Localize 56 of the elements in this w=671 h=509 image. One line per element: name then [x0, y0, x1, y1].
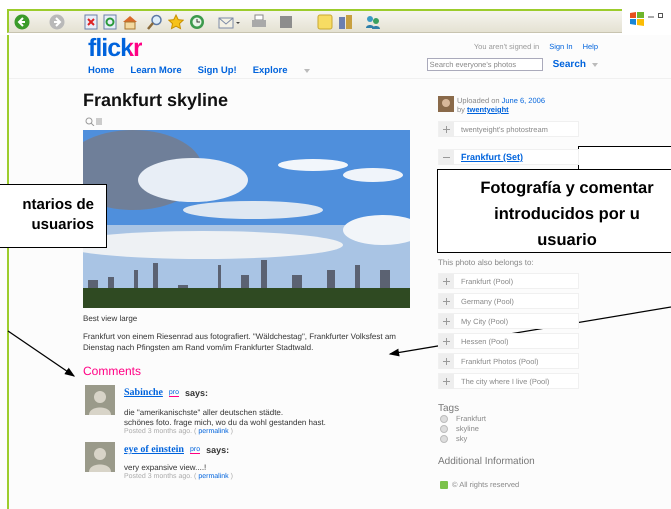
- minus-icon[interactable]: [439, 150, 454, 164]
- nav-link[interactable]: Home: [88, 65, 114, 76]
- star-icon[interactable]: [168, 14, 184, 30]
- square-icon[interactable]: [280, 16, 292, 28]
- caret-icon[interactable]: [304, 68, 310, 72]
- says-label: says:: [185, 388, 208, 398]
- history-icon[interactable]: [189, 14, 205, 30]
- comment-text: very expansive view....!: [124, 463, 208, 472]
- callout-text: ntarios de: [21, 195, 94, 215]
- note-icon[interactable]: [317, 14, 333, 30]
- comment-text: die "amerikanischste" aller deutschen städte.: [124, 408, 284, 418]
- plus-icon[interactable]: [439, 294, 454, 308]
- photo-description: Frankfurt von einem Riesenrad aus fotografiert. "Wäldchestag", Frankfurter Volksfest am Dienstag nach Pfingsten am Rand vom/im Frankfurter Stadtwald.: [83, 331, 397, 353]
- comments-heading: Comments: [83, 364, 142, 378]
- plus-icon[interactable]: [439, 334, 454, 348]
- section-label: This photo also belongs to:: [438, 258, 535, 267]
- nav-link[interactable]: Learn More: [130, 65, 182, 76]
- plus-icon[interactable]: [439, 274, 454, 288]
- flickr-logo[interactable]: flickr: [88, 37, 142, 59]
- plus-icon[interactable]: [439, 354, 454, 368]
- search-icon[interactable]: [147, 14, 163, 30]
- callout-text: usuarios: [30, 215, 94, 235]
- avatar[interactable]: [438, 96, 454, 112]
- caret-icon[interactable]: [592, 62, 598, 66]
- plus-icon[interactable]: [439, 374, 454, 388]
- set-item[interactable]: Frankfurt (Set): [438, 149, 579, 165]
- comment-text: schönes foto. frage mich, wo du da wohl gestanden hast.: [124, 418, 326, 428]
- refresh-icon[interactable]: [103, 14, 117, 30]
- avatar[interactable]: [85, 442, 115, 472]
- avatar[interactable]: [85, 385, 115, 415]
- nav-link[interactable]: Sign Up!: [198, 65, 237, 76]
- additional-heading: Additional Information: [438, 456, 536, 467]
- back-icon[interactable]: [14, 14, 30, 30]
- photo-title: Frankfurt skyline: [83, 89, 230, 111]
- tags-heading: Tags: [438, 403, 460, 414]
- printer-icon[interactable]: [251, 14, 267, 30]
- comment-author-link[interactable]: Sabinche: [124, 387, 163, 398]
- people-icon[interactable]: [365, 14, 381, 30]
- photo-caption: Best view large: [83, 314, 138, 323]
- license-icon: [440, 480, 448, 488]
- forward-icon[interactable]: [49, 14, 65, 30]
- callout-arrow: [8, 330, 76, 377]
- zoom-icon[interactable]: [85, 117, 103, 126]
- plus-icon[interactable]: [439, 122, 454, 136]
- nav-link[interactable]: Explore: [252, 65, 288, 76]
- home-icon[interactable]: [122, 14, 138, 30]
- restore-icon[interactable]: [658, 12, 664, 18]
- comment-author-link[interactable]: eye of einstein: [124, 444, 184, 455]
- windows-logo-icon: [630, 12, 644, 26]
- callout-text: introducidos por u: [493, 204, 641, 225]
- stop-icon[interactable]: [84, 14, 98, 30]
- search-link[interactable]: Search: [552, 59, 586, 70]
- callout-text: Fotografía y comentar: [479, 178, 655, 199]
- plus-icon[interactable]: [439, 314, 454, 328]
- callout-text: usuario: [536, 230, 598, 251]
- says-label: says:: [206, 444, 230, 454]
